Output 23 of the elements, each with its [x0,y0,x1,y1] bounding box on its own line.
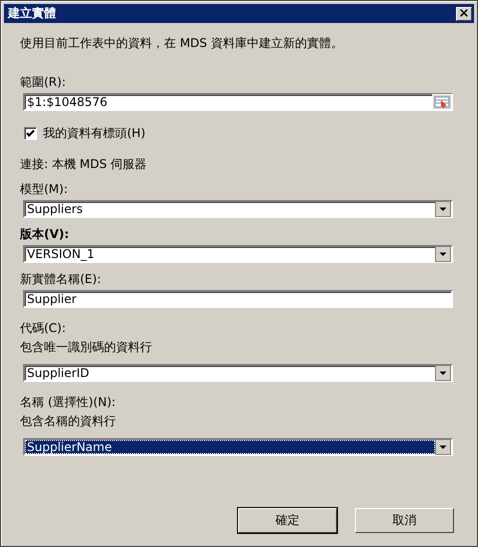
text-field[interactable]: Supplier [23,290,453,308]
field-label: 模型(M): [20,181,69,198]
field-label: 新實體名稱(E): [20,271,102,288]
intro-text: 使用目前工作表中的資料，在 MDS 資料庫中建立新的實體。 [20,35,344,52]
dropdown[interactable]: VERSION_1 [23,245,453,263]
dialog-button[interactable]: 取消 [355,508,454,533]
dialog-button[interactable]: 確定 [238,508,337,533]
dropdown[interactable]: SupplierName [23,438,453,456]
range-picker-icon[interactable] [432,94,452,110]
field-label: 代碼(C): [20,320,67,337]
checkbox-label: 我的資料有標頭(H) [43,125,146,142]
dropdown[interactable]: SupplierID [23,364,453,382]
field-label: 名稱 (選擇性)(N): [20,394,117,411]
window-title: 建立實體 [8,5,56,22]
dropdown[interactable]: Suppliers [23,200,453,218]
field-label: 版本(V): [20,226,70,243]
checkbox[interactable] [24,127,37,140]
connection-text: 連接: 本機 MDS 伺服器 [20,156,148,173]
hint-text: 包含唯一識別碼的資料行 [20,339,153,356]
range-field[interactable]: $1:$1048576 [23,93,453,111]
hint-text: 包含名稱的資料行 [20,413,117,430]
close-button[interactable]: × [456,6,472,20]
field-label: 範圍(R): [20,74,67,91]
